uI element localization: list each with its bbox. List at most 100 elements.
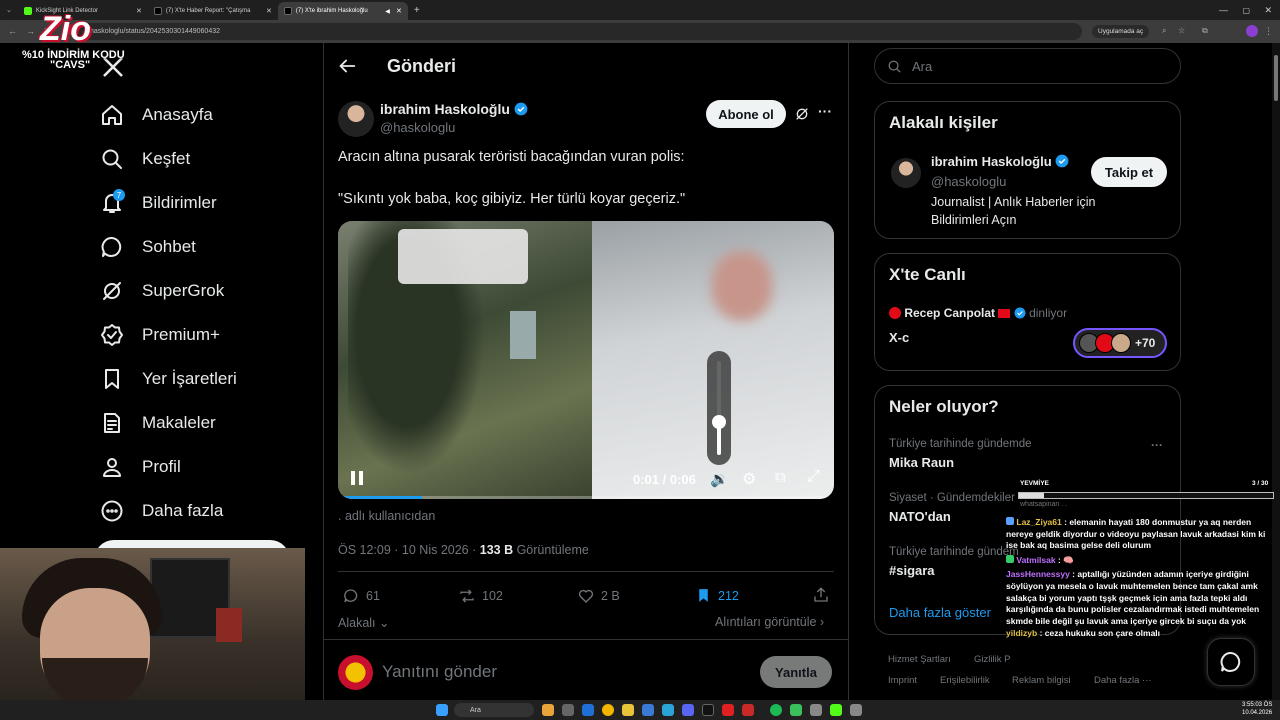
video-progress-track[interactable]: [338, 496, 834, 499]
scrollbar-thumb[interactable]: [1274, 55, 1278, 101]
volume-icon[interactable]: 🔉: [710, 470, 729, 488]
taskbar-app-icon[interactable]: [622, 704, 634, 716]
taskbar-app-icon[interactable]: [702, 704, 714, 716]
chrome-icon[interactable]: [602, 704, 614, 716]
stream-logo: Zio: [40, 10, 91, 48]
maximize-icon[interactable]: ▢: [1242, 6, 1250, 15]
author-avatar[interactable]: [338, 101, 374, 137]
taskbar-app-icon[interactable]: [850, 704, 862, 716]
reply-button[interactable]: 61: [342, 587, 380, 605]
post-timestamp[interactable]: ÖS 12:09 · 10 Nis 2026 ·: [338, 543, 480, 557]
follow-button[interactable]: Takip et: [1091, 157, 1167, 187]
sidebar-item-bookmarks[interactable]: Yer İşaretleri: [100, 364, 237, 394]
windows-start-icon[interactable]: [436, 704, 448, 716]
taskbar-app-icon[interactable]: [830, 704, 842, 716]
extensions-icon[interactable]: ⧉: [1202, 26, 1208, 36]
sidebar-item-supergrok[interactable]: SuperGrok: [100, 276, 224, 306]
sidebar-item-profile[interactable]: Profil: [100, 452, 181, 482]
sidebar-item-premium[interactable]: Premium+: [100, 320, 220, 350]
taskbar-app-icon[interactable]: [582, 704, 594, 716]
sidebar-item-more[interactable]: Daha fazla: [100, 496, 223, 526]
bookmark-button[interactable]: 212: [695, 587, 739, 604]
browser-tab[interactable]: (7) X'te Haber Report: "Çatışma ✕: [148, 2, 278, 20]
tray-date[interactable]: 10.04.2026: [1242, 710, 1272, 716]
sidebar-item-home[interactable]: Anasayfa: [100, 100, 213, 130]
chat-message: JassHennessyy : aptallığı yüzünden adamı…: [1006, 569, 1276, 627]
taskbar-app-icon[interactable]: [562, 704, 574, 716]
trend-name[interactable]: Mika Raun: [889, 455, 954, 470]
repost-button[interactable]: 102: [458, 587, 503, 605]
window-close-icon[interactable]: ✕: [1264, 5, 1272, 16]
fullscreen-icon[interactable]: ⤢: [807, 468, 820, 486]
sidebar-item-explore[interactable]: Keşfet: [100, 144, 190, 174]
footer-link[interactable]: Erişilebilirlik: [940, 675, 990, 686]
author-handle[interactable]: @haskologlu: [380, 120, 455, 135]
sidebar-item-articles[interactable]: Makaleler: [100, 408, 216, 438]
show-more-link[interactable]: Daha fazla göster: [889, 605, 991, 620]
taskbar-app-icon[interactable]: [542, 704, 554, 716]
browser-tab-active[interactable]: (7) X'te ibrahim Haskoloğlu ◀ ✕: [277, 2, 408, 20]
minimize-icon[interactable]: —: [1219, 5, 1228, 15]
footer-link[interactable]: Reklam bilgisi: [1012, 675, 1071, 686]
live-listeners[interactable]: +70: [1073, 328, 1167, 358]
taskbar-app-icon[interactable]: [722, 704, 734, 716]
close-icon[interactable]: ✕: [396, 7, 402, 15]
related-dropdown[interactable]: Alakalı ⌄: [338, 615, 389, 630]
star-icon[interactable]: ☆: [1178, 26, 1185, 35]
live-host[interactable]: Recep Canpolat dinliyor: [889, 306, 1067, 320]
volume-slider[interactable]: [707, 351, 731, 465]
taskbar-app-icon[interactable]: [662, 704, 674, 716]
like-button[interactable]: 2 B: [577, 587, 620, 605]
user-avatar[interactable]: [338, 655, 373, 690]
share-icon[interactable]: [812, 586, 830, 604]
subscribe-button[interactable]: Abone ol: [706, 100, 786, 128]
settings-icon[interactable]: ⚙: [742, 469, 756, 489]
taskbar-app-icon[interactable]: [810, 704, 822, 716]
back-icon[interactable]: ←: [8, 26, 17, 36]
sidebar-item-notifications[interactable]: 7 Bildirimler: [100, 188, 217, 218]
close-icon[interactable]: ✕: [266, 7, 272, 15]
grok-icon[interactable]: [794, 106, 810, 122]
reply-input[interactable]: Yanıtını gönder: [382, 662, 497, 682]
trend-more-icon[interactable]: ···: [1151, 438, 1163, 452]
video-player[interactable]: 0:01 / 0:06 🔉 ⚙ ⧉ ⤢: [338, 221, 834, 499]
footer-link[interactable]: Daha fazla ···: [1094, 675, 1152, 686]
view-quotes-link[interactable]: Alıntıları görüntüle ›: [715, 615, 824, 629]
tab-menu-icon[interactable]: ⌄: [6, 6, 12, 14]
volume-knob[interactable]: [712, 415, 726, 430]
speaker-icon[interactable]: ◀: [385, 8, 390, 15]
sidebar-item-chat[interactable]: Sohbet: [100, 232, 196, 262]
zoom-icon[interactable]: ⌕: [1162, 26, 1166, 36]
taskbar-search[interactable]: Ara: [454, 703, 534, 717]
relevant-avatar[interactable]: [891, 158, 921, 188]
relevant-handle[interactable]: @haskologlu: [931, 174, 1006, 189]
menu-icon[interactable]: ⋮: [1264, 26, 1273, 37]
new-tab-icon[interactable]: +: [414, 5, 420, 16]
pause-icon[interactable]: [351, 471, 363, 485]
back-arrow-icon[interactable]: [336, 55, 358, 77]
relevant-name[interactable]: ibrahim Haskoloğlu: [931, 154, 1069, 169]
open-in-app-button[interactable]: Uygulamada aç: [1092, 25, 1150, 38]
trend-name[interactable]: #sigara: [889, 563, 935, 578]
live-space-name[interactable]: X-c: [889, 330, 909, 345]
discord-icon[interactable]: [682, 704, 694, 716]
spotify-icon[interactable]: [770, 704, 782, 716]
taskbar-app-icon[interactable]: [742, 704, 754, 716]
url-field[interactable]: haskologlu/status/2042530301449060432: [72, 23, 1082, 40]
picture-in-picture-icon[interactable]: ⧉: [775, 469, 786, 486]
more-options-icon[interactable]: ···: [818, 103, 832, 119]
relevant-name-text: ibrahim Haskoloğlu: [931, 154, 1052, 169]
author-name[interactable]: ibrahim Haskoloğlu: [380, 101, 528, 117]
search-box[interactable]: Ara: [874, 48, 1181, 84]
close-icon[interactable]: ✕: [136, 7, 142, 15]
tray-time[interactable]: 3:55:03 ÖS: [1242, 702, 1272, 708]
footer-link[interactable]: Imprint: [888, 675, 917, 686]
footer-link[interactable]: Hizmet Şartları: [888, 654, 951, 665]
profile-icon[interactable]: [1246, 25, 1258, 37]
video-attribution[interactable]: . adlı kullanıcıdan: [338, 509, 435, 523]
taskbar-app-icon[interactable]: [642, 704, 654, 716]
reply-submit-button[interactable]: Yanıtla: [760, 656, 832, 688]
taskbar-app-icon[interactable]: [790, 704, 802, 716]
trend-name[interactable]: NATO'dan: [889, 509, 951, 524]
forward-icon[interactable]: →: [26, 26, 35, 36]
